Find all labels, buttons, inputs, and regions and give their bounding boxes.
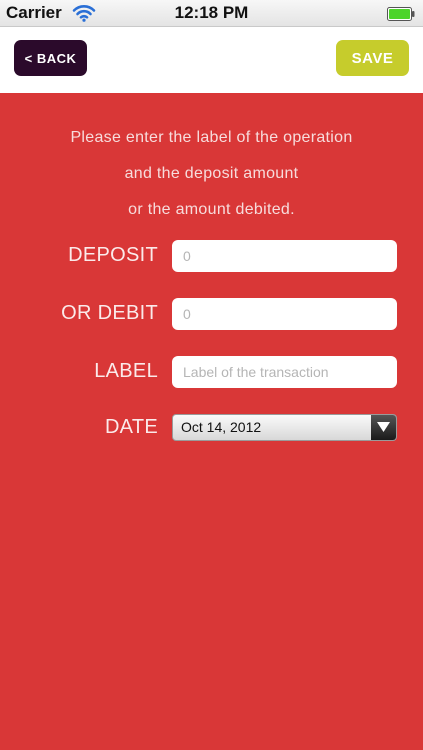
deposit-row: DEPOSIT bbox=[0, 240, 423, 272]
instructions-line-2: and the deposit amount bbox=[124, 165, 299, 182]
instructions-line-3: or the amount debited. bbox=[128, 201, 295, 218]
wifi-icon bbox=[72, 4, 96, 22]
transaction-label-label: LABEL bbox=[94, 360, 158, 382]
label-row: LABEL bbox=[0, 356, 423, 388]
status-time: 12:18 PM bbox=[174, 3, 249, 22]
instructions-line-1: Please enter the label of the operation bbox=[70, 129, 353, 146]
instructions-text: Please enter the label of the operation … bbox=[0, 120, 423, 228]
date-label: DATE bbox=[104, 416, 158, 438]
navigation-bar: < BACK SAVE bbox=[0, 27, 423, 93]
save-button[interactable]: SAVE bbox=[336, 40, 409, 76]
debit-row: OR DEBIT bbox=[0, 298, 423, 330]
battery-icon bbox=[387, 6, 415, 21]
deposit-input[interactable] bbox=[172, 240, 397, 272]
chevron-down-icon[interactable] bbox=[371, 415, 396, 440]
date-value: Oct 14, 2012 bbox=[181, 419, 262, 435]
deposit-label: DEPOSIT bbox=[68, 244, 158, 266]
status-bar: Carrier 12:18 PM bbox=[0, 0, 423, 27]
date-picker[interactable]: Oct 14, 2012 bbox=[172, 414, 397, 441]
date-row: DATE Oct 14, 2012 bbox=[0, 414, 423, 446]
back-button[interactable]: < BACK bbox=[14, 40, 87, 76]
transaction-label-input[interactable] bbox=[172, 356, 397, 388]
add-operation-screen: Carrier 12:18 PM < BACK SAVE Please ente… bbox=[0, 0, 423, 750]
debit-input[interactable] bbox=[172, 298, 397, 330]
debit-label: OR DEBIT bbox=[61, 302, 158, 324]
carrier-name: Carrier bbox=[6, 3, 62, 22]
